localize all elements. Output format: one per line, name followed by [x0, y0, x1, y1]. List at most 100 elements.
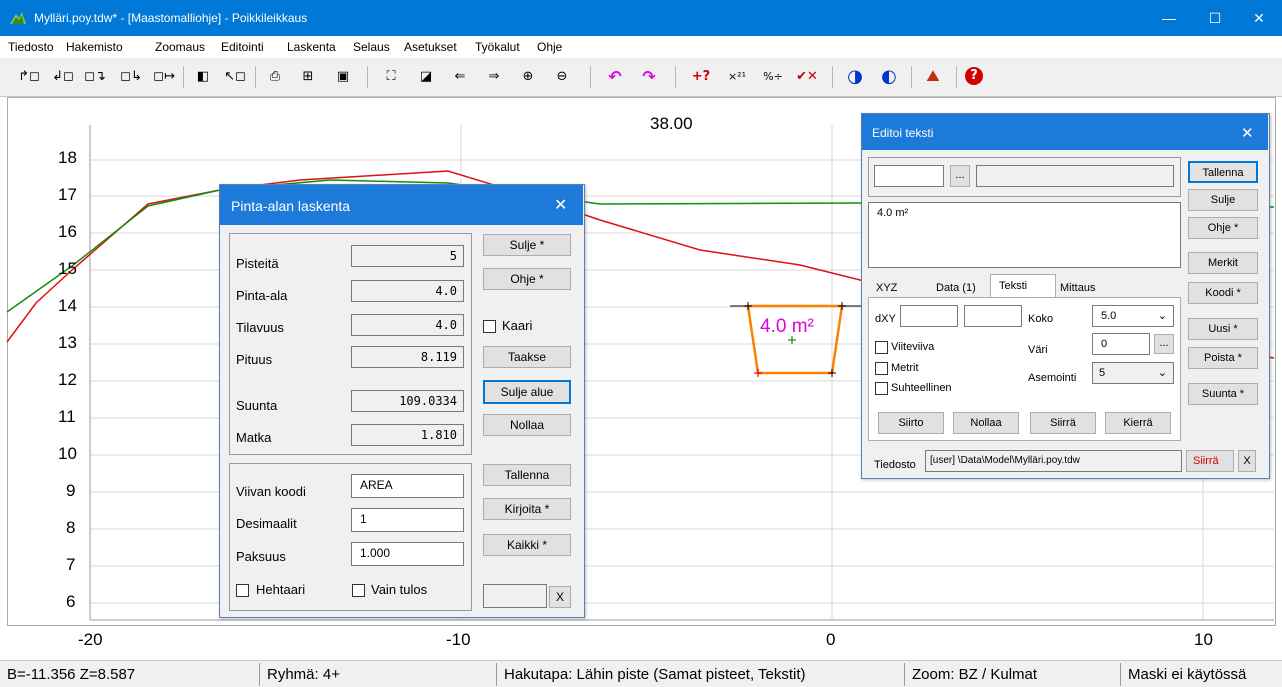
pinta-ala-value: 4.0 — [351, 280, 464, 302]
hehtaari-label: Hehtaari — [256, 582, 306, 597]
ohje-button[interactable]: Ohje * — [483, 268, 571, 290]
koko-value: 5.0 — [1101, 310, 1117, 322]
sulje-button[interactable]: Sulje * — [483, 234, 571, 256]
asemointi-select[interactable]: 5 ⌄ — [1092, 362, 1174, 384]
koodi-button[interactable]: Koodi * — [1188, 282, 1258, 304]
suunta-text-button[interactable]: Suunta * — [1188, 383, 1258, 405]
matka-value: 1.810 — [351, 424, 464, 446]
metrit-label: Metrit — [891, 362, 919, 374]
code-description — [976, 165, 1174, 187]
sulje-alue-button[interactable]: Sulje alue — [483, 380, 571, 404]
code-input[interactable] — [874, 165, 944, 187]
merkit-button[interactable]: Merkit — [1188, 252, 1258, 274]
x-tick-label: -10 — [446, 630, 471, 649]
area-text[interactable]: 4.0 m² — [760, 316, 814, 338]
hehtaari-checkbox[interactable] — [236, 584, 249, 597]
code-browse-button[interactable]: ... — [950, 165, 970, 187]
sulje-text-button[interactable]: Sulje — [1188, 189, 1258, 211]
x-tick-label: 0 — [826, 630, 836, 649]
status-mask: Maski ei käytössä — [1120, 663, 1282, 686]
suunta-value: 109.0334 — [351, 390, 464, 412]
kierra-button[interactable]: Kierrä — [1105, 412, 1171, 434]
status-group: Ryhmä: 4+ — [259, 663, 496, 686]
asemointi-value: 5 — [1099, 367, 1106, 379]
edit-dialog-title: Editoi teksti — [872, 126, 934, 140]
kaikki-button[interactable]: Kaikki * — [483, 534, 571, 556]
tilavuus-label: Tilavuus — [236, 320, 284, 335]
tilavuus-value: 4.0 — [351, 314, 464, 336]
result-field[interactable] — [483, 584, 547, 608]
suunta-label: Suunta — [236, 398, 278, 413]
y-tick-label: 6 — [66, 592, 76, 611]
vain-tulos-checkbox[interactable] — [352, 584, 365, 597]
tab-xyz[interactable]: XYZ — [876, 282, 897, 294]
tab-mittaus[interactable]: Mittaus — [1060, 282, 1095, 294]
paksuus-input[interactable]: 1.000 — [351, 542, 464, 566]
viiteviiva-checkbox[interactable] — [875, 341, 888, 354]
area-dialog-close-icon[interactable]: ✕ — [554, 195, 567, 215]
y-tick-label: 12 — [58, 370, 77, 389]
vari-browse-button[interactable]: ... — [1154, 334, 1174, 354]
paksuus-label: Paksuus — [236, 549, 286, 564]
tallenna-text-button[interactable]: Tallenna — [1188, 161, 1258, 183]
siirra-file-button[interactable]: Siirrä — [1186, 450, 1234, 472]
ohje-text-button[interactable]: Ohje * — [1188, 217, 1258, 239]
x-tick-label: -20 — [78, 630, 103, 649]
text-content-area[interactable]: 4.0 m² — [868, 202, 1181, 268]
file-path-field: [user] \Data\Model\Mylläri.poy.tdw — [925, 450, 1182, 472]
edit-dialog-close-icon[interactable]: ✕ — [1241, 124, 1254, 142]
koko-select[interactable]: 5.0 ⌄ — [1092, 305, 1174, 327]
dxy-label: dXY — [875, 313, 896, 325]
metrit-checkbox[interactable] — [875, 362, 888, 375]
status-search-mode: Hakutapa: Lähin piste (Samat pisteet, Te… — [496, 663, 904, 686]
siirto-button[interactable]: Siirto — [878, 412, 944, 434]
vain-tulos-label: Vain tulos — [371, 582, 428, 597]
y-tick-label: 18 — [58, 148, 77, 167]
viivan-koodi-label: Viivan koodi — [236, 484, 306, 499]
area-start-vertex — [754, 369, 762, 377]
koko-label: Koko — [1028, 313, 1054, 325]
tiedosto-label: Tiedosto — [874, 459, 916, 471]
y-tick-label: 14 — [58, 296, 77, 315]
tallenna-button[interactable]: Tallenna — [483, 464, 571, 486]
poista-button[interactable]: Poista * — [1188, 347, 1258, 369]
dxy-input-x[interactable] — [900, 305, 958, 327]
suhteellinen-checkbox[interactable] — [875, 382, 888, 395]
kaari-checkbox[interactable] — [483, 320, 496, 333]
file-x-button[interactable]: X — [1238, 450, 1256, 472]
pinta-ala-label: Pinta-ala — [236, 288, 288, 303]
viiteviiva-label: Viiteviiva — [891, 341, 935, 353]
status-coordinates: B=-11.356 Z=8.587 — [7, 666, 136, 683]
chevron-down-icon: ⌄ — [1157, 310, 1167, 322]
nollaa-text-button[interactable]: Nollaa — [953, 412, 1019, 434]
taakse-button[interactable]: Taakse — [483, 346, 571, 368]
y-tick-label: 7 — [66, 555, 76, 574]
y-tick-label: 10 — [58, 444, 77, 463]
nollaa-button[interactable]: Nollaa — [483, 414, 571, 436]
pituus-label: Pituus — [236, 352, 273, 367]
pisteita-value: 5 — [351, 245, 464, 267]
kirjoita-button[interactable]: Kirjoita * — [483, 498, 571, 520]
status-zoom: Zoom: BZ / Kulmat — [904, 663, 1120, 686]
uusi-button[interactable]: Uusi * — [1188, 318, 1258, 340]
viivan-koodi-input[interactable]: AREA — [351, 474, 464, 498]
section-station-label: 38.00 — [650, 114, 693, 133]
suhteellinen-label: Suhteellinen — [891, 382, 952, 394]
y-tick-label: 8 — [66, 518, 76, 537]
vari-input[interactable]: 0 — [1092, 333, 1150, 355]
vari-label: Väri — [1028, 344, 1048, 356]
desimaalit-label: Desimaalit — [236, 516, 297, 531]
tab-teksti[interactable]: Teksti — [999, 280, 1027, 292]
chevron-down-icon: ⌄ — [1157, 367, 1167, 379]
dxy-input-y[interactable] — [964, 305, 1022, 327]
y-tick-label: 17 — [58, 185, 77, 204]
matka-label: Matka — [236, 430, 272, 445]
siirra-button[interactable]: Siirrä — [1030, 412, 1096, 434]
y-tick-label: 13 — [58, 333, 77, 352]
y-tick-label: 11 — [58, 407, 76, 426]
asemointi-label: Asemointi — [1028, 372, 1077, 384]
clear-x-button[interactable]: X — [549, 586, 571, 608]
desimaalit-input[interactable]: 1 — [351, 508, 464, 532]
tab-data[interactable]: Data (1) — [936, 282, 976, 294]
y-tick-label: 9 — [66, 481, 76, 500]
